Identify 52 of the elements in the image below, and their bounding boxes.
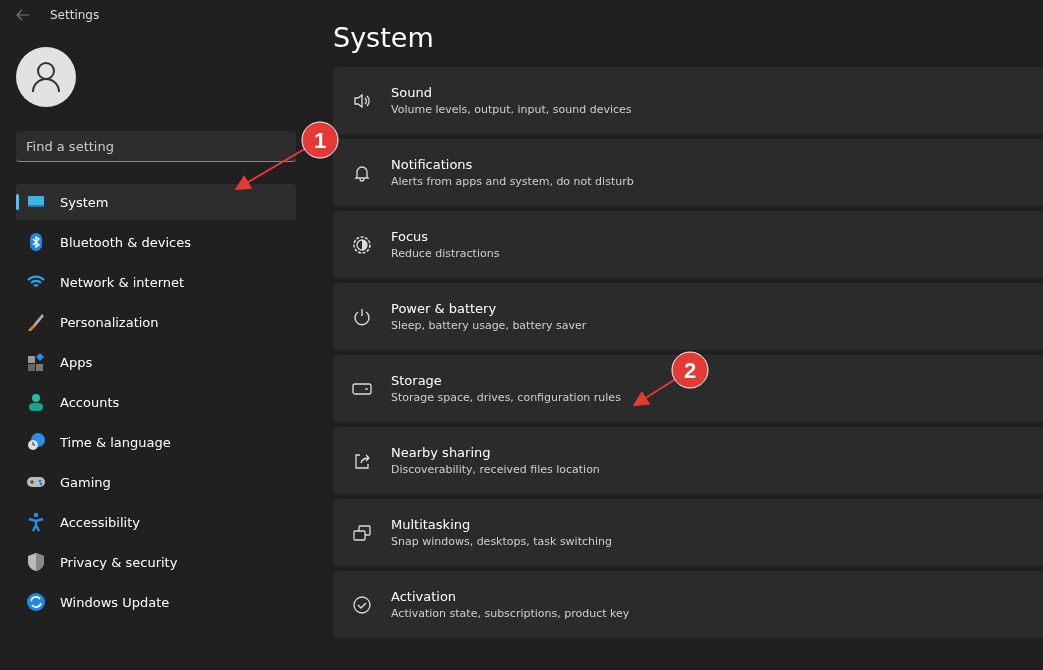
sidebar-item[interactable]: Personalization xyxy=(16,304,296,340)
nav-icon xyxy=(26,432,46,452)
nav-icon xyxy=(26,312,46,332)
user-avatar[interactable] xyxy=(16,47,76,107)
card-subtitle: Volume levels, output, input, sound devices xyxy=(391,103,632,116)
card-title: Power & battery xyxy=(391,301,498,316)
sidebar-item[interactable]: System xyxy=(16,184,296,220)
sidebar-item[interactable]: Accessibility xyxy=(16,504,296,540)
nav-icon xyxy=(26,512,46,532)
callout-marker: 1 xyxy=(301,121,339,159)
card-subtitle: Sleep, battery usage, battery saver xyxy=(391,319,587,332)
settings-card[interactable]: Sound Volume levels, output, input, sound devices xyxy=(333,67,1043,134)
card-title: Sound xyxy=(391,85,433,100)
card-subtitle: Alerts from apps and system, do not disturb xyxy=(391,175,634,188)
settings-card[interactable]: Focus Reduce distractions xyxy=(333,211,1043,278)
card-title: Multitasking xyxy=(391,517,472,532)
sidebar-item[interactable]: Time & language xyxy=(16,424,296,460)
card-title: Focus xyxy=(391,229,430,244)
settings-card[interactable]: Nearby sharing Discoverability, received files location xyxy=(333,427,1043,494)
sidebar-item[interactable]: Privacy & security xyxy=(16,544,296,580)
settings-card[interactable]: Activation Activation state, subscriptions, product key xyxy=(333,571,1043,638)
settings-card[interactable]: Power & battery Sleep, battery usage, battery saver xyxy=(333,283,1043,350)
card-icon xyxy=(352,522,372,543)
search-field[interactable]: Find a setting xyxy=(16,131,296,162)
nav-icon xyxy=(26,352,46,372)
card-subtitle: Activation state, subscriptions, product key xyxy=(391,607,630,620)
card-title: Notifications xyxy=(391,157,474,172)
page-heading: System xyxy=(333,22,435,53)
settings-card[interactable]: Notifications Alerts from apps and system, do not disturb xyxy=(333,139,1043,206)
card-subtitle: Snap windows, desktops, task switching xyxy=(391,535,612,548)
window-title: Settings xyxy=(50,8,100,22)
callout-marker: 2 xyxy=(671,351,709,389)
card-title: Activation xyxy=(391,589,458,604)
sidebar-item[interactable]: Network & internet xyxy=(16,264,296,300)
card-icon xyxy=(352,234,372,255)
nav-icon xyxy=(26,392,46,412)
card-subtitle: Reduce distractions xyxy=(391,247,500,260)
card-subtitle: Storage space, drives, configuration rules xyxy=(391,391,621,404)
card-title: Storage xyxy=(391,373,443,388)
sidebar-item[interactable]: Accounts xyxy=(16,384,296,420)
settings-card[interactable]: Multitasking Snap windows, desktops, task switching xyxy=(333,499,1043,566)
nav-icon xyxy=(26,592,46,612)
card-icon xyxy=(352,306,372,327)
card-subtitle: Discoverability, received files location xyxy=(391,463,600,476)
sidebar-item[interactable]: Bluetooth & devices xyxy=(16,224,296,260)
sidebar-item[interactable]: Apps xyxy=(16,344,296,380)
sidebar-item[interactable]: Windows Update xyxy=(16,584,296,620)
nav-icon xyxy=(26,552,46,572)
back-arrow-icon[interactable] xyxy=(16,9,30,21)
sidebar-item[interactable]: Gaming xyxy=(16,464,296,500)
card-icon xyxy=(352,594,372,615)
card-title: Nearby sharing xyxy=(391,445,492,460)
